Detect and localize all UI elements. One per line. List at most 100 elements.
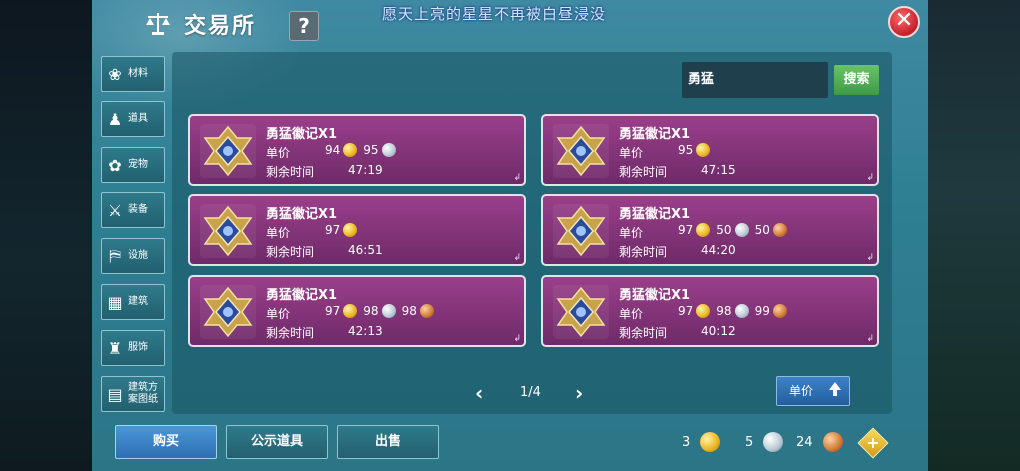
time-label: 剩余时间 xyxy=(266,165,315,179)
search-button[interactable]: 搜索 xyxy=(834,65,879,95)
category-label: 材料 xyxy=(128,68,148,79)
gold-coin-icon xyxy=(700,432,721,452)
time-remaining: 46:51 xyxy=(348,243,383,257)
listing-card[interactable]: 勇猛徽记X1 单价 97 98 99 剩余时间 40:12 ↲ xyxy=(541,275,879,347)
time-remaining: 42:13 xyxy=(348,324,383,338)
listing-card[interactable]: 勇猛徽记X1 单价 97 剩余时间 46:51 ↲ xyxy=(188,194,526,266)
category-equipment[interactable]: ⚔ 装备 xyxy=(101,192,165,228)
time-remaining: 47:15 xyxy=(701,163,736,177)
equipment-icon: ⚔ xyxy=(107,200,123,220)
category-label: 宠物 xyxy=(128,159,148,170)
tab-public-items[interactable]: 公示道具 xyxy=(226,425,328,459)
gold-coin-icon xyxy=(343,143,358,157)
price-value: 94 xyxy=(325,143,341,157)
price-value: 95 xyxy=(363,143,379,157)
category-clothing[interactable]: ♜ 服饰 xyxy=(101,330,165,366)
listing-card[interactable]: 勇猛徽记X1 单价 94 95 剩余时间 47:19 ↲ xyxy=(188,114,526,186)
time-label: 剩余时间 xyxy=(619,326,668,340)
item-name: 勇猛徽记X1 xyxy=(619,207,691,222)
silver-coin-icon xyxy=(734,223,749,237)
category-blueprint[interactable]: ▤ 建筑方案图纸 xyxy=(101,376,165,412)
help-button[interactable]: ? xyxy=(289,11,319,41)
time-label: 剩余时间 xyxy=(619,165,668,179)
time-remaining: 44:20 xyxy=(701,243,736,257)
sort-label: 单价 xyxy=(789,384,814,398)
clothing-icon: ♜ xyxy=(107,338,123,358)
category-label: 建筑方案图纸 xyxy=(128,382,158,405)
gold-coin-icon xyxy=(696,304,711,318)
item-name: 勇猛徽记X1 xyxy=(266,288,338,303)
category-label: 装备 xyxy=(128,204,148,215)
corner-arrow-icon: ↲ xyxy=(513,334,521,344)
price-label: 单价 xyxy=(266,307,291,321)
listing-card[interactable]: 勇猛徽记X1 单价 97 50 50 剩余时间 44:20 ↲ xyxy=(541,194,879,266)
page-indicator: 1/4 xyxy=(520,385,541,400)
courage-emblem-icon xyxy=(553,285,609,339)
category-facility[interactable]: ⛿ 设施 xyxy=(101,238,165,274)
add-currency-button[interactable]: + xyxy=(857,427,889,459)
price-value: 97 xyxy=(325,223,341,237)
silver-coin-icon xyxy=(381,143,396,157)
category-label: 道具 xyxy=(128,113,148,124)
silver-coin-icon xyxy=(763,432,784,452)
tab-buy[interactable]: 购买 xyxy=(115,425,217,459)
category-label: 服饰 xyxy=(128,342,148,353)
paw-icon: ✿ xyxy=(108,155,122,175)
price-value: 97 xyxy=(678,304,694,318)
bronze-coin-icon xyxy=(822,432,843,452)
tab-sell[interactable]: 出售 xyxy=(337,425,439,459)
corner-arrow-icon: ↲ xyxy=(513,173,521,183)
item-name: 勇猛徽记X1 xyxy=(619,288,691,303)
price-list: 94 95 xyxy=(325,143,402,157)
price-value: 97 xyxy=(325,304,341,318)
sort-ascending-icon xyxy=(827,377,843,412)
price-label: 单价 xyxy=(619,307,644,321)
price-value: 50 xyxy=(716,223,732,237)
next-page-button[interactable]: › xyxy=(575,381,583,405)
listing-card[interactable]: 勇猛徽记X1 单价 95 剩余时间 47:15 ↲ xyxy=(541,114,879,186)
bronze-coin-icon xyxy=(772,223,787,237)
price-label: 单价 xyxy=(266,146,291,160)
price-list: 97 50 50 xyxy=(678,223,793,237)
gold-coin-icon xyxy=(696,223,711,237)
price-list: 95 xyxy=(678,143,716,157)
bronze-coin-icon xyxy=(772,304,787,318)
sort-by-price-button[interactable]: 单价 xyxy=(776,376,850,406)
close-button[interactable]: ✕ xyxy=(888,6,920,38)
category-props[interactable]: ♟ 道具 xyxy=(101,101,165,137)
wallet-silver: 5 xyxy=(745,432,789,452)
price-list: 97 xyxy=(325,223,363,237)
price-value: 98 xyxy=(716,304,732,318)
category-pets[interactable]: ✿ 宠物 xyxy=(101,147,165,183)
category-label: 设施 xyxy=(128,250,148,261)
exchange-window: 交易所 ? 愿天上亮的星星不再被白昼浸没 ✕ ❀ 材料 ♟ 道具 ✿ 宠物 ⚔ … xyxy=(92,0,928,471)
prev-page-button[interactable]: ‹ xyxy=(475,381,483,405)
item-name: 勇猛徽记X1 xyxy=(619,127,691,142)
time-remaining: 40:12 xyxy=(701,324,736,338)
gold-coin-icon xyxy=(343,223,358,237)
facility-icon: ⛿ xyxy=(109,246,121,265)
price-value: 98 xyxy=(401,304,417,318)
wallet-bronze: 24 xyxy=(796,432,849,452)
listing-card[interactable]: 勇猛徽记X1 单价 97 98 98 剩余时间 42:13 ↲ xyxy=(188,275,526,347)
price-list: 97 98 99 xyxy=(678,304,793,318)
close-icon: ✕ xyxy=(894,8,914,33)
courage-emblem-icon xyxy=(200,285,256,339)
price-value: 50 xyxy=(754,223,770,237)
plus-icon: + xyxy=(866,433,880,452)
gold-balance: 3 xyxy=(682,434,691,450)
courage-emblem-icon xyxy=(200,204,256,258)
corner-arrow-icon: ↲ xyxy=(866,253,874,263)
title-bar: 交易所 ? 愿天上亮的星星不再被白昼浸没 ✕ xyxy=(92,0,928,48)
corner-arrow-icon: ↲ xyxy=(866,334,874,344)
category-label: 建筑 xyxy=(128,296,148,307)
left-background xyxy=(0,0,92,471)
courage-emblem-icon xyxy=(200,124,256,178)
search-input[interactable]: 勇猛 xyxy=(682,62,828,98)
scale-icon xyxy=(144,10,172,36)
materials-icon: ❀ xyxy=(108,64,122,84)
category-building[interactable]: ▦ 建筑 xyxy=(101,284,165,320)
gold-coin-icon xyxy=(696,143,711,157)
gold-coin-icon xyxy=(343,304,358,318)
category-materials[interactable]: ❀ 材料 xyxy=(101,56,165,92)
